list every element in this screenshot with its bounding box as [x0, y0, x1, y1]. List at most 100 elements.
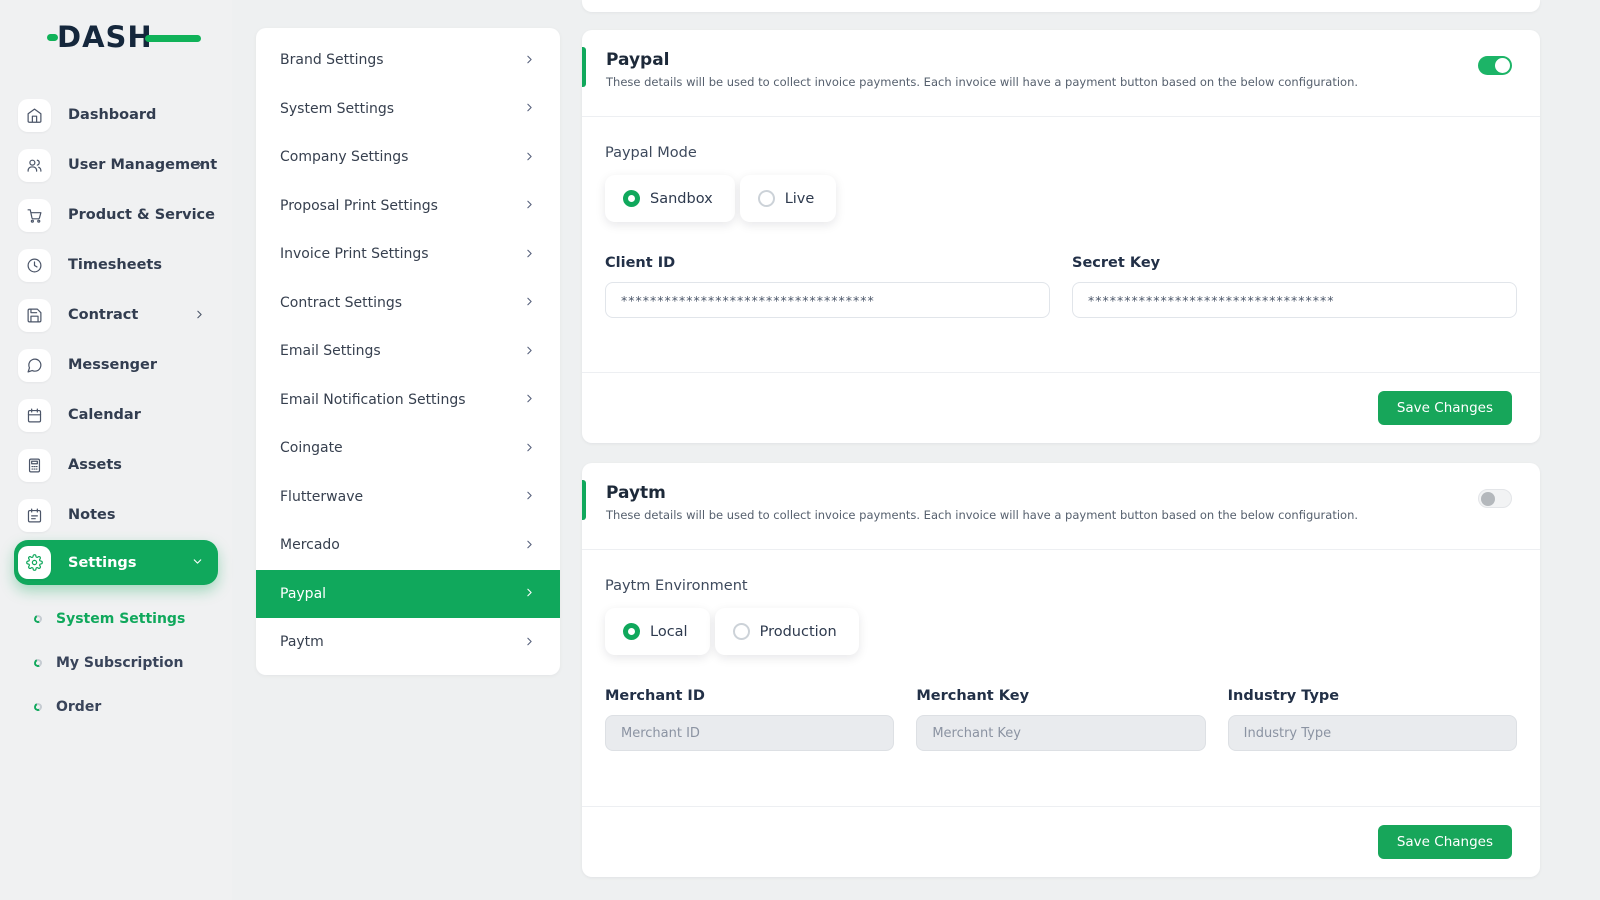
- settings-menu-label: Mercado: [280, 537, 340, 553]
- sidebar-item-user-management[interactable]: User Management: [0, 140, 232, 190]
- radio-sandbox[interactable]: Sandbox: [605, 175, 735, 222]
- paytm-save-button[interactable]: Save Changes: [1378, 825, 1512, 859]
- radio-label: Local: [650, 624, 688, 640]
- submenu-item-label: My Subscription: [56, 655, 183, 671]
- secret-key-label: Secret Key: [1072, 255, 1517, 271]
- bullet-icon: [33, 614, 43, 624]
- merchant-key-input[interactable]: [916, 715, 1205, 751]
- radio-label: Live: [785, 191, 815, 207]
- sidebar-item-calendar[interactable]: Calendar: [0, 390, 232, 440]
- users-icon: [18, 149, 51, 182]
- paypal-enabled-toggle[interactable]: [1478, 56, 1512, 75]
- paytm-section-card: Paytm These details will be used to coll…: [582, 463, 1540, 877]
- settings-menu-item-company-settings[interactable]: Company Settings: [256, 133, 560, 182]
- radio-selected-icon: [623, 190, 640, 207]
- radio-live[interactable]: Live: [740, 175, 837, 222]
- chevron-right-icon: [523, 390, 536, 409]
- radio-selected-icon: [623, 623, 640, 640]
- paypal-body: Paypal Mode Sandbox Live Client ID Secre…: [582, 117, 1540, 318]
- settings-menu-item-mercado[interactable]: Mercado: [256, 521, 560, 570]
- settings-menu-panel: Brand Settings System Settings Company S…: [256, 28, 560, 675]
- merchant-id-label: Merchant ID: [605, 688, 894, 704]
- settings-menu-label: Email Settings: [280, 343, 381, 359]
- sidebar: DASH Dashboard User Management Product &…: [0, 0, 232, 900]
- sidebar-item-notes[interactable]: Notes: [0, 490, 232, 540]
- paytm-environment-options: Local Production: [605, 608, 1517, 655]
- logo-dash-bar: [145, 35, 201, 42]
- save-icon: [18, 299, 51, 332]
- sidebar-item-dashboard[interactable]: Dashboard: [0, 90, 232, 140]
- settings-menu-item-email-settings[interactable]: Email Settings: [256, 327, 560, 376]
- paytm-body: Paytm Environment Local Production Merch…: [582, 550, 1540, 751]
- settings-menu-label: Coingate: [280, 440, 343, 456]
- home-icon: [18, 99, 51, 132]
- settings-menu-item-invoice-print-settings[interactable]: Invoice Print Settings: [256, 230, 560, 279]
- paytm-footer: Save Changes: [582, 806, 1540, 877]
- paytm-enabled-toggle[interactable]: [1478, 489, 1512, 508]
- radio-unselected-icon: [758, 190, 775, 207]
- previous-card-edge: [582, 0, 1540, 12]
- client-id-label: Client ID: [605, 255, 1050, 271]
- submenu-item-my-subscription[interactable]: My Subscription: [0, 641, 232, 685]
- paytm-fields: Merchant ID Merchant Key Industry Type: [605, 688, 1517, 751]
- radio-local[interactable]: Local: [605, 608, 710, 655]
- secret-key-input[interactable]: [1072, 282, 1517, 318]
- sidebar-item-settings[interactable]: Settings: [14, 540, 218, 585]
- sidebar-item-contract[interactable]: Contract: [0, 290, 232, 340]
- submenu-item-order[interactable]: Order: [0, 685, 232, 729]
- chevron-right-icon: [523, 633, 536, 652]
- radio-production[interactable]: Production: [715, 608, 859, 655]
- sidebar-item-label: Product & Service: [68, 207, 215, 223]
- sidebar-item-label: Timesheets: [68, 257, 162, 273]
- calculator-icon: [18, 449, 51, 482]
- client-id-input[interactable]: [605, 282, 1050, 318]
- merchant-id-input[interactable]: [605, 715, 894, 751]
- gear-icon: [18, 546, 51, 579]
- chevron-right-icon: [193, 156, 206, 175]
- chevron-right-icon: [523, 51, 536, 70]
- settings-submenu: System Settings My Subscription Order: [0, 597, 232, 729]
- sidebar-item-messenger[interactable]: Messenger: [0, 340, 232, 390]
- chevron-right-icon: [523, 487, 536, 506]
- settings-menu-item-paytm[interactable]: Paytm: [256, 618, 560, 667]
- submenu-item-system-settings[interactable]: System Settings: [0, 597, 232, 641]
- chevron-right-icon: [523, 99, 536, 118]
- paytm-title: Paytm: [606, 483, 1512, 503]
- app-logo[interactable]: DASH: [57, 20, 177, 54]
- sidebar-item-label: Calendar: [68, 407, 141, 423]
- settings-menu-item-email-notification-settings[interactable]: Email Notification Settings: [256, 376, 560, 425]
- settings-menu-label: Paytm: [280, 634, 324, 650]
- industry-type-input[interactable]: [1228, 715, 1517, 751]
- settings-menu-label: Company Settings: [280, 149, 408, 165]
- settings-menu-item-brand-settings[interactable]: Brand Settings: [256, 36, 560, 85]
- chevron-right-icon: [523, 293, 536, 312]
- settings-menu-item-proposal-print-settings[interactable]: Proposal Print Settings: [256, 182, 560, 231]
- paytm-environment-label: Paytm Environment: [605, 578, 1517, 594]
- sidebar-item-product-service[interactable]: Product & Service: [0, 190, 232, 240]
- logo-dot: [47, 34, 58, 41]
- settings-menu-item-flutterwave[interactable]: Flutterwave: [256, 473, 560, 522]
- settings-menu-item-system-settings[interactable]: System Settings: [256, 85, 560, 134]
- paypal-description: These details will be used to collect in…: [606, 75, 1512, 89]
- chevron-right-icon: [523, 342, 536, 361]
- merchant-id-field-group: Merchant ID: [605, 688, 894, 751]
- paypal-fields: Client ID Secret Key: [605, 255, 1517, 318]
- sidebar-item-timesheets[interactable]: Timesheets: [0, 240, 232, 290]
- settings-menu-label: Invoice Print Settings: [280, 246, 429, 262]
- section-accent-bar: [582, 47, 586, 87]
- cart-icon: [18, 199, 51, 232]
- calendar-icon: [18, 399, 51, 432]
- paypal-mode-label: Paypal Mode: [605, 145, 1517, 161]
- industry-type-label: Industry Type: [1228, 688, 1517, 704]
- settings-menu-item-coingate[interactable]: Coingate: [256, 424, 560, 473]
- logo-text: DASH: [57, 20, 153, 54]
- paypal-save-button[interactable]: Save Changes: [1378, 391, 1512, 425]
- settings-menu-item-paypal[interactable]: Paypal: [256, 570, 560, 619]
- settings-menu-item-contract-settings[interactable]: Contract Settings: [256, 279, 560, 328]
- sidebar-item-assets[interactable]: Assets: [0, 440, 232, 490]
- sidebar-item-label: Messenger: [68, 357, 157, 373]
- toggle-knob: [1495, 58, 1510, 73]
- paypal-footer: Save Changes: [582, 372, 1540, 443]
- clock-icon: [18, 249, 51, 282]
- paypal-mode-options: Sandbox Live: [605, 175, 1517, 222]
